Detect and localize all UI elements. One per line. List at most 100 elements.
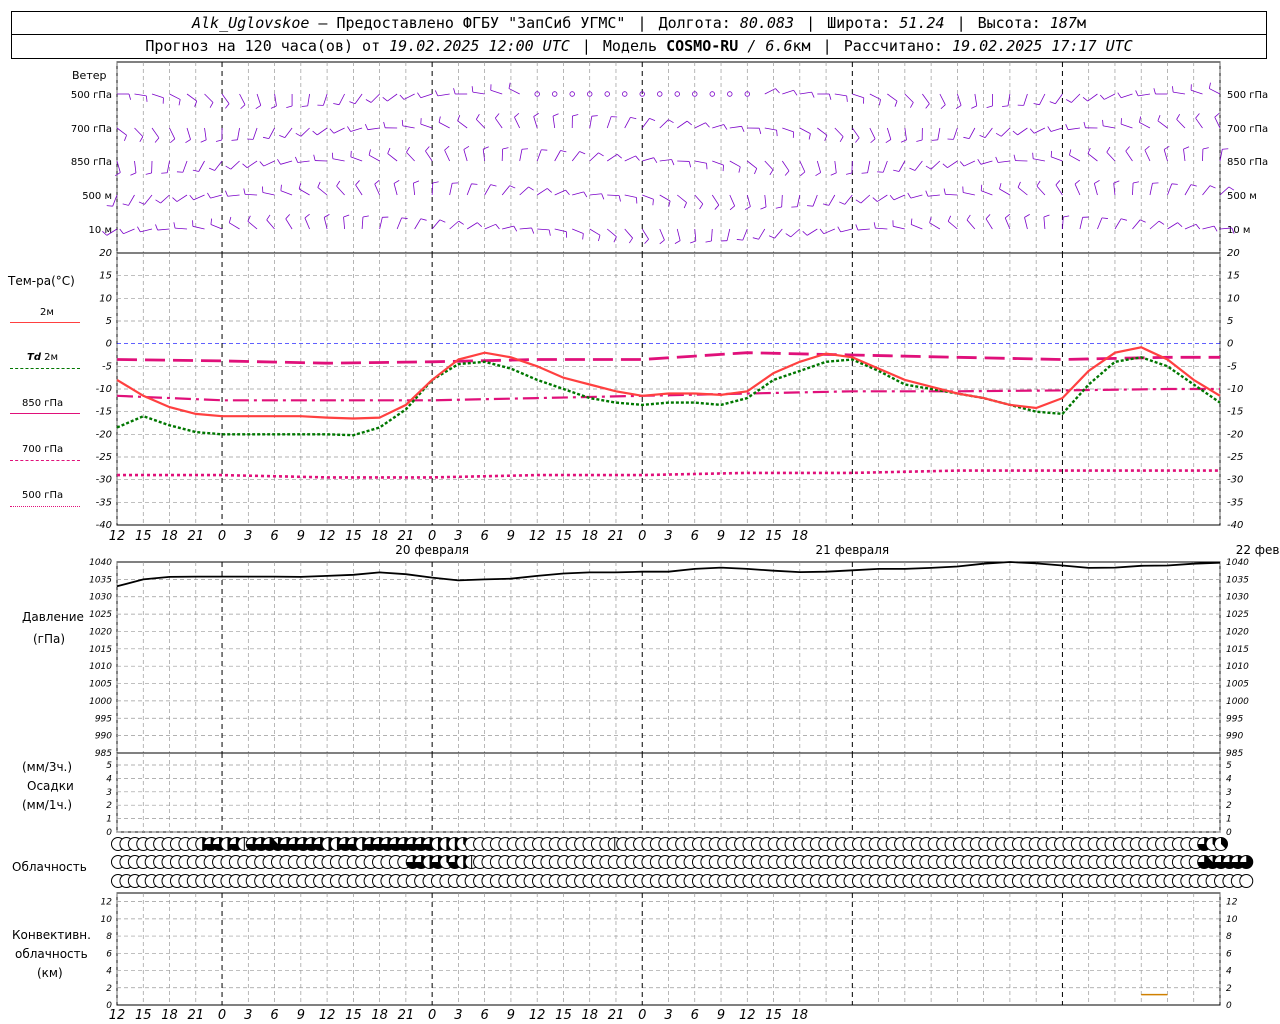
wind-barb-flag	[963, 136, 970, 139]
wind-barb-flag	[513, 225, 518, 232]
pressure-y-tick-right: 1025	[1226, 610, 1249, 620]
temp-x-tick-label: 12	[529, 529, 546, 544]
wind-level-right: 500 м	[1227, 191, 1257, 202]
wind-barb-flag	[910, 218, 913, 225]
wind-barb	[304, 217, 310, 230]
precip-y-tick-right: 4	[1226, 774, 1232, 784]
wind-barb-flag	[839, 136, 844, 143]
wind-barb	[860, 194, 871, 204]
wind-barb-flag	[959, 161, 965, 167]
wind-barb	[332, 158, 345, 162]
wind-barb-flag	[653, 157, 658, 164]
wind-barb	[828, 194, 836, 206]
wind-barb-flag	[277, 158, 281, 165]
wind-barb	[449, 183, 453, 196]
wind-barb	[914, 160, 923, 171]
pressure-y-tick-right: 1040	[1226, 558, 1249, 568]
wind-barb-flag	[200, 139, 207, 143]
wind-barb-flag	[925, 103, 930, 109]
precip-y-tick-left: 4	[106, 774, 112, 784]
wind-barb-flag	[382, 97, 388, 102]
wind-barb-flag	[940, 104, 946, 110]
wind-barb-flag	[1113, 180, 1120, 184]
wind-barb	[764, 160, 774, 171]
conv-x-tick-label: 15	[765, 1008, 782, 1023]
legend-t2m-label: 2м	[40, 307, 54, 318]
wind-barb	[852, 93, 864, 99]
wind-barb-flag	[819, 228, 825, 234]
conv-y-tick-right: 4	[1226, 967, 1232, 977]
wind-barb-flag	[231, 139, 238, 141]
temp-x-tick-label: 21	[608, 529, 625, 544]
wind-barb	[519, 227, 532, 230]
temp-x-tick-label: 18	[371, 529, 388, 544]
precip-y-tick-right: 5	[1226, 761, 1232, 771]
wind-barb	[1176, 119, 1186, 129]
wind-barb-flag	[533, 112, 539, 117]
temp-x-tick-label: 18	[581, 529, 598, 544]
wind-barb	[997, 160, 1010, 163]
legend-t2m-line	[10, 322, 80, 323]
wind-barb	[361, 217, 364, 230]
wind-barb	[414, 218, 422, 230]
wind-barb-flag	[729, 205, 735, 211]
wind-barb-flag	[137, 226, 141, 233]
wind-barb	[151, 127, 160, 139]
wind-barb-flag	[583, 191, 588, 198]
wind-barb	[374, 183, 380, 196]
conv-y-tick-left: 8	[106, 932, 112, 942]
conv-x-tick-label: 18	[371, 1008, 388, 1023]
wind-barb-flag	[122, 203, 129, 206]
wind-barb	[280, 160, 293, 165]
wind-barb	[186, 127, 191, 140]
conv-y-tick-right: 10	[1226, 915, 1238, 925]
wind-barb	[466, 222, 478, 230]
wind-barb	[869, 127, 876, 139]
temp-x-tick-label: 9	[717, 529, 725, 544]
wind-barb-flag	[839, 201, 845, 205]
wind-barb-flag	[279, 135, 286, 138]
temp-y-tick-left: 5	[106, 316, 112, 327]
wind-barb-flag	[995, 156, 999, 163]
wind-barb-flag	[1208, 82, 1211, 89]
temp-y-tick-right: 5	[1227, 316, 1233, 327]
wind-barb-flag	[768, 235, 775, 239]
wind-barb	[210, 224, 223, 230]
wind-barb-flag	[741, 126, 745, 132]
wind-barb-flag	[979, 135, 986, 138]
wind-barb-flag	[758, 128, 762, 135]
wind-barb-flag	[1117, 92, 1122, 98]
wind-barb-flag	[508, 82, 511, 89]
wind-barb	[589, 152, 599, 162]
wind-barb	[300, 127, 310, 137]
wind-barb	[1050, 127, 1063, 132]
wind-barb	[1149, 183, 1153, 196]
wind-barb-flag	[304, 213, 310, 219]
wind-barb-flag	[1183, 146, 1190, 150]
wind-barb	[1004, 217, 1011, 230]
conv-y-tick-left: 2	[106, 984, 112, 994]
temp-x-tick-label: 18	[161, 529, 178, 544]
wind-barb	[1071, 93, 1081, 103]
temp-x-tick-label: 18	[792, 529, 809, 544]
wind-barb-flag	[943, 188, 946, 195]
date-label: 22 февраля	[1236, 543, 1280, 557]
wind-barb	[490, 89, 503, 95]
pressure-y-tick-right: 1030	[1226, 593, 1249, 603]
wind-barb	[204, 93, 214, 103]
wind-barb-flag	[760, 206, 767, 210]
wind-title: Ветер	[72, 69, 107, 82]
wind-barb-flag	[784, 170, 790, 176]
temp-y-tick-left: 20	[99, 248, 112, 259]
wind-barb	[1106, 151, 1116, 162]
temp-x-tick-label: 6	[691, 529, 699, 544]
wind-barb-flag	[1195, 113, 1200, 119]
wind-barb-flag	[1163, 145, 1170, 150]
wind-barb	[1067, 127, 1080, 131]
wind-barb-flag	[114, 172, 121, 177]
wind-barb-flag	[242, 163, 248, 169]
temp-y-tick-right: -10	[1227, 384, 1243, 395]
wind-barb-flag	[1106, 146, 1111, 153]
pressure-y-tick-right: 1000	[1226, 697, 1249, 707]
wind-barb-flag	[298, 183, 302, 190]
